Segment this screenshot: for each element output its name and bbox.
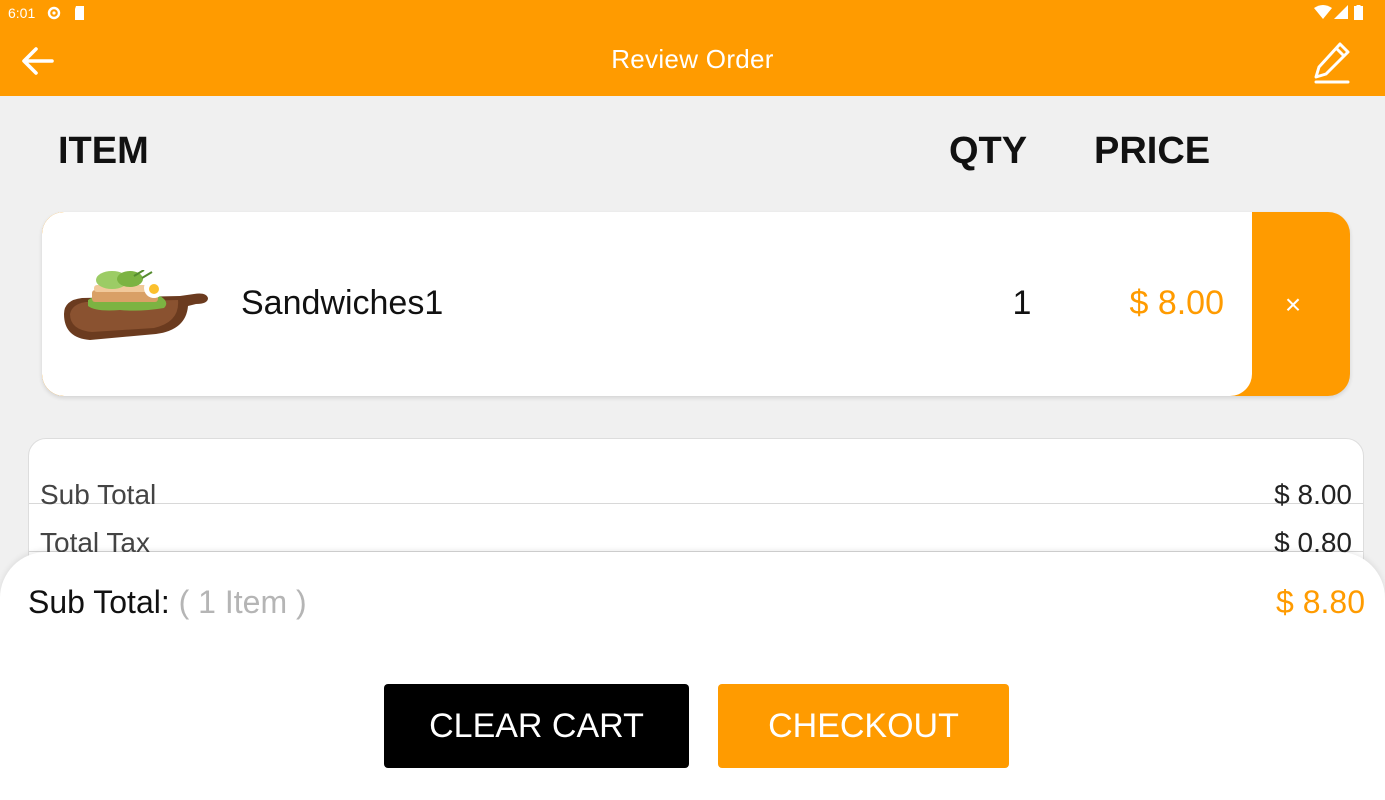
grand-total: $ 8.80 [1276, 584, 1365, 620]
sandwich-image [60, 269, 212, 348]
edit-pencil-icon[interactable] [1310, 38, 1356, 84]
signal-icon [1334, 5, 1348, 22]
status-bar: 6:01 [0, 0, 1385, 26]
item-qty: 1 [1012, 284, 1032, 322]
item-count: ( 1 Item ) [178, 584, 307, 620]
cart-item-content: Sandwiches1 1 $ 8.00 [42, 212, 1252, 396]
wifi-icon [1314, 5, 1332, 22]
clear-cart-button[interactable]: CLEAR CART [384, 684, 689, 768]
tax-row: Total Tax $ 0.80 [29, 503, 1363, 558]
battery-icon [1354, 5, 1363, 23]
status-time: 6:01 [8, 5, 36, 21]
column-header-item: ITEM [58, 130, 149, 172]
remove-item-close-icon[interactable]: × [1278, 290, 1308, 320]
item-name: Sandwiches1 [241, 284, 444, 322]
summary-label: Sub Total: ( 1 Item ) [28, 584, 307, 621]
subtotal-row: Sub Total $ 8.00 [29, 455, 1363, 510]
item-price: $ 8.00 [1129, 284, 1224, 322]
settings-icon [46, 5, 62, 24]
cart-item-row: Sandwiches1 1 $ 8.00 × [42, 212, 1350, 396]
sd-card-icon [74, 5, 86, 24]
review-order-screen: 6:01 Review Order ITEM QTY PRICE Sandwic… [0, 0, 1385, 800]
column-header-qty: QTY [949, 130, 1028, 172]
column-header-price: PRICE [1094, 130, 1211, 172]
summary-subtotal-label: Sub Total: [28, 584, 170, 620]
checkout-sheet: Sub Total: ( 1 Item ) $ 8.80 CLEAR CART … [0, 552, 1385, 800]
checkout-button[interactable]: CHECKOUT [718, 684, 1009, 768]
app-bar: 6:01 Review Order [0, 0, 1385, 96]
page-title: Review Order [611, 44, 774, 74]
